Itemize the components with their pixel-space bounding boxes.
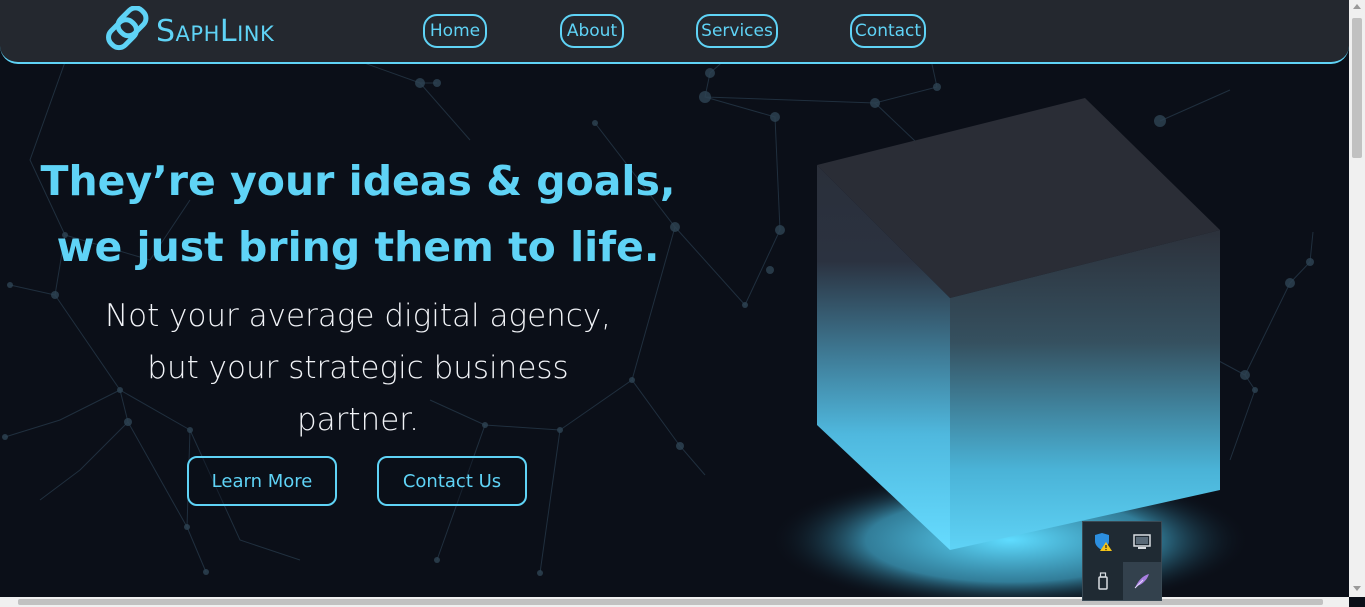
hero-cube-illustration <box>770 98 1250 600</box>
top-navbar: SaphLink Home About Services Contact <box>0 0 1349 64</box>
scroll-down-arrow-icon[interactable] <box>1353 586 1361 591</box>
nav-about-button[interactable]: About <box>560 14 624 48</box>
vertical-scrollbar-thumb[interactable] <box>1352 18 1362 158</box>
contact-us-button[interactable]: Contact Us <box>377 456 527 506</box>
nav-services-button[interactable]: Services <box>696 14 778 48</box>
hero-subheadline: Not your average digital agency, but you… <box>90 290 626 446</box>
learn-more-button[interactable]: Learn More <box>187 456 337 506</box>
hero-subheadline-line-2: but your strategic business <box>147 350 569 386</box>
hero-headline: They’re your ideas & goals, we just brin… <box>40 148 676 280</box>
hero-headline-line-1: They’re your ideas & goals, <box>40 157 676 205</box>
hero-headline-line-2: we just bring them to life. <box>56 223 660 271</box>
hero-subheadline-line-3: partner. <box>296 402 420 438</box>
display-icon[interactable] <box>1123 523 1161 561</box>
nav-contact-button[interactable]: Contact <box>850 14 926 48</box>
chain-link-icon <box>106 6 149 51</box>
hero-subheadline-line-1: Not your average digital agency, <box>104 298 612 334</box>
usb-drive-icon[interactable] <box>1084 562 1122 600</box>
brand-name: SaphLink <box>156 13 275 49</box>
system-tray-overflow <box>1082 521 1162 601</box>
nav-home-button[interactable]: Home <box>423 14 487 48</box>
security-warning-icon[interactable] <box>1084 523 1122 561</box>
brand-logo[interactable]: SaphLink <box>100 6 274 56</box>
scroll-up-arrow-icon[interactable] <box>1353 4 1361 9</box>
feather-pen-icon[interactable] <box>1123 562 1161 600</box>
vertical-scrollbar[interactable] <box>1349 0 1365 597</box>
